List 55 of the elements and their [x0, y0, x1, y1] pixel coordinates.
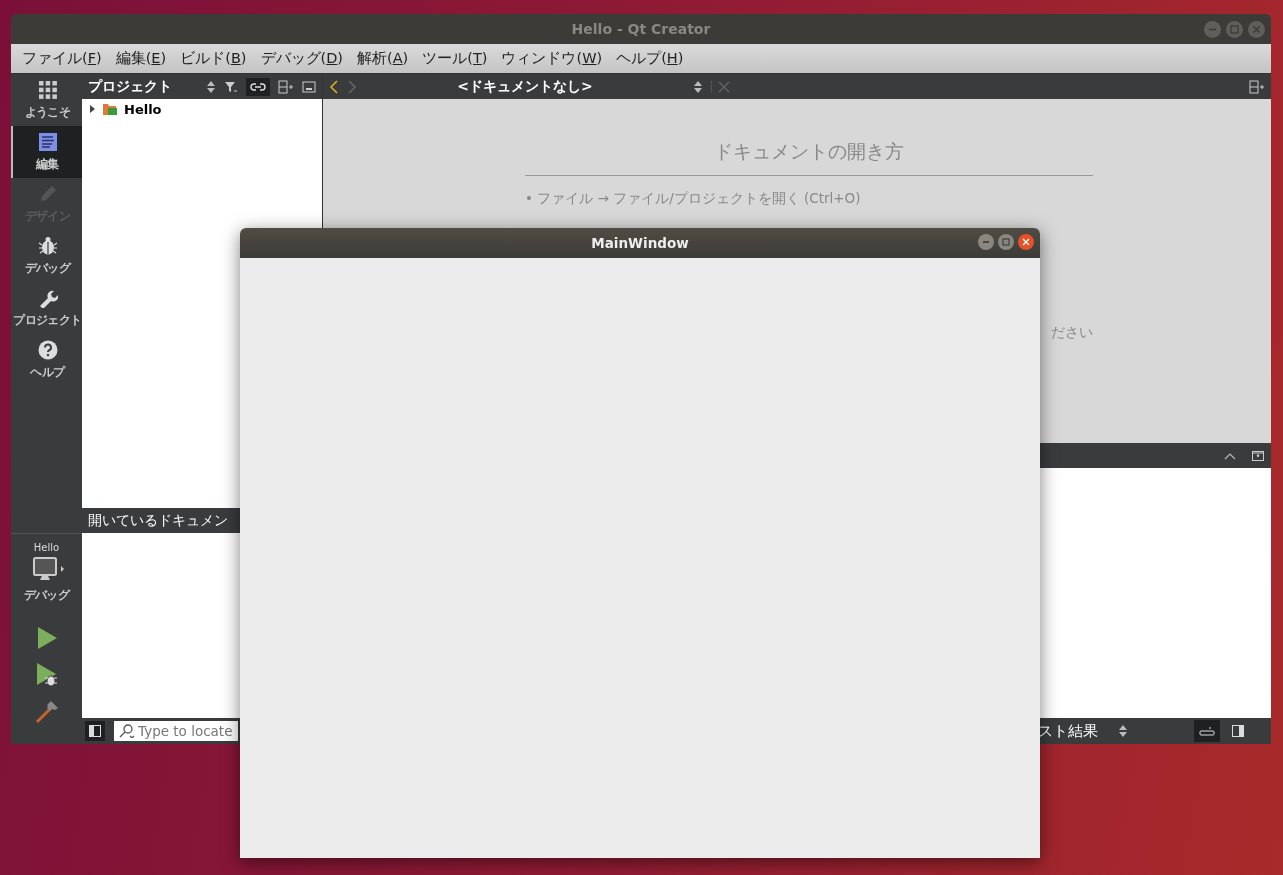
mode-tab[interactable]: ヘルプ	[11, 334, 82, 386]
right-sidebar-icon[interactable]	[1232, 725, 1244, 737]
mode-tab[interactable]: ようこそ	[11, 74, 82, 126]
spinner-icon[interactable]	[693, 79, 703, 94]
window-title: MainWindow	[591, 235, 689, 251]
split-icon[interactable]	[278, 79, 294, 94]
document-selector[interactable]: <ドキュメントなし>	[365, 77, 685, 96]
document-icon	[37, 131, 58, 152]
spinner-icon[interactable]	[206, 79, 216, 94]
close-button[interactable]	[1018, 234, 1034, 250]
help-icon	[37, 339, 58, 360]
output-selector[interactable]: スト結果	[1038, 721, 1098, 741]
menu-item[interactable]: ツール(T)	[415, 49, 495, 68]
instruction-text: ださい	[1050, 324, 1093, 342]
tree-item[interactable]: Hello	[88, 101, 316, 117]
mode-tab[interactable]: デバッグ	[11, 230, 82, 282]
back-icon[interactable]	[329, 79, 339, 94]
window-title: Hello - Qt Creator	[571, 21, 711, 37]
sidebar-icon	[89, 725, 101, 737]
panel-icon[interactable]	[302, 80, 316, 93]
panel-icon[interactable]	[1252, 450, 1264, 461]
menu-item[interactable]: ファイル(F)	[15, 49, 109, 68]
debug-run-icon[interactable]	[34, 662, 59, 688]
filter-icon[interactable]	[224, 79, 238, 94]
locator-field[interactable]: Type to locate	[114, 721, 238, 741]
run-icon[interactable]	[35, 626, 58, 650]
hammer-icon[interactable]	[34, 700, 59, 724]
panel-title: 開いているドキュメン	[88, 511, 228, 530]
grid-icon	[37, 79, 58, 100]
sidebar-toggle[interactable]	[85, 721, 105, 741]
chevron-up-icon[interactable]	[1224, 451, 1236, 460]
project-folder-icon	[102, 102, 118, 116]
link-toggle[interactable]	[246, 77, 270, 96]
link-icon	[250, 81, 266, 92]
welcome-heading: ドキュメントの開き方	[525, 139, 1093, 176]
menu-item[interactable]: ビルド(B)	[173, 49, 254, 68]
minimize-button[interactable]	[978, 234, 994, 250]
mode-tab[interactable]: プロジェクト	[11, 282, 82, 334]
mode-tab[interactable]: 編集	[11, 126, 82, 178]
menu-item[interactable]: ウィンドウ(W)	[494, 49, 610, 68]
search-icon	[119, 724, 135, 738]
menu-item[interactable]: ヘルプ(H)	[609, 49, 691, 68]
split-icon[interactable]	[1249, 79, 1265, 94]
instruction-text: • ファイル → ファイル/プロジェクトを開く (Ctrl+O)	[525, 190, 862, 208]
expand-arrow-icon[interactable]	[88, 104, 96, 114]
kit-project-label: Hello	[33, 542, 60, 553]
menu-item[interactable]: 解析(A)	[350, 49, 416, 68]
menu-item[interactable]: 編集(E)	[108, 49, 174, 68]
progress-toggle[interactable]	[1194, 720, 1220, 742]
menu-item[interactable]: デバッグ(D)	[253, 49, 350, 68]
kit-selector[interactable]: デバッグ	[23, 557, 70, 604]
spinner-icon[interactable]	[1118, 724, 1128, 738]
panel-title: プロジェクト	[88, 77, 173, 96]
progress-bar-icon	[1199, 725, 1215, 737]
bug-icon	[37, 235, 58, 256]
